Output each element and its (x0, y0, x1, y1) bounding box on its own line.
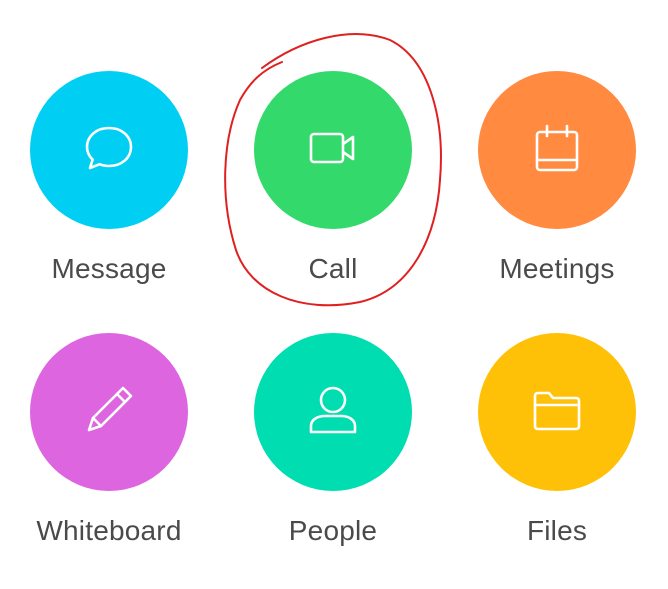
chat-bubble-icon (77, 116, 141, 185)
calendar-icon (525, 116, 589, 185)
whiteboard-label: Whiteboard (36, 515, 182, 546)
message-label: Message (51, 253, 167, 284)
tile-files[interactable]: Files (447, 333, 667, 545)
meetings-button[interactable] (478, 71, 636, 229)
video-camera-icon (301, 116, 365, 185)
people-button[interactable] (254, 333, 412, 491)
files-label: Files (526, 515, 588, 546)
tile-call[interactable]: Call (223, 71, 443, 283)
tile-meetings[interactable]: Meetings (447, 71, 667, 283)
pencil-icon (77, 378, 141, 447)
tile-people[interactable]: People (223, 333, 443, 545)
meetings-label: Meetings (499, 253, 615, 284)
folder-icon (525, 378, 589, 447)
message-button[interactable] (30, 71, 188, 229)
files-button[interactable] (478, 333, 636, 491)
people-label: People (288, 515, 378, 546)
call-button[interactable] (254, 71, 412, 229)
whiteboard-button[interactable] (30, 333, 188, 491)
call-label: Call (308, 253, 358, 284)
tile-message[interactable]: Message (0, 71, 219, 283)
tile-whiteboard[interactable]: Whiteboard (0, 333, 219, 545)
person-icon (301, 378, 365, 447)
